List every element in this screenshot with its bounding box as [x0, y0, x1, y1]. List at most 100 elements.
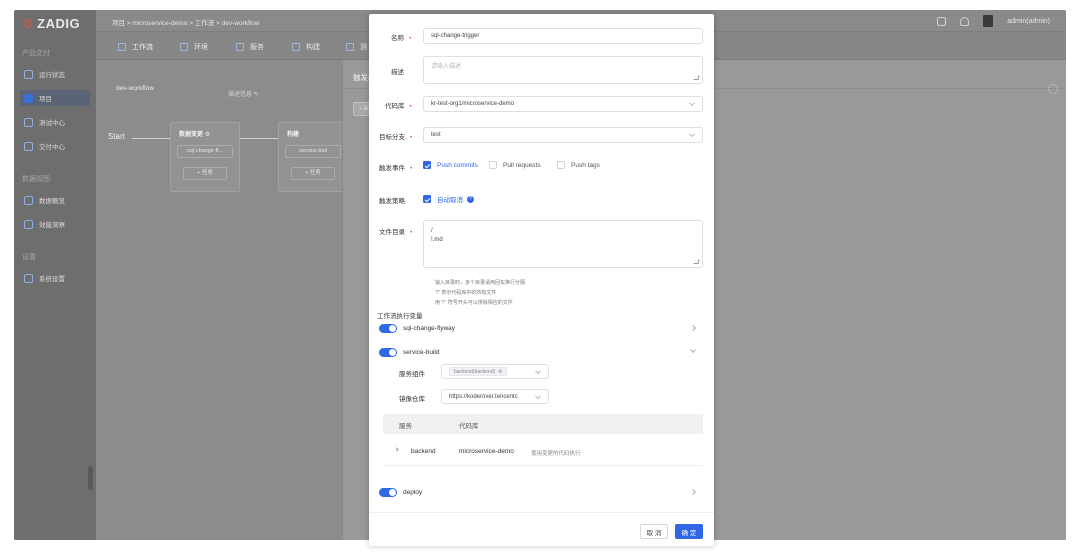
add-job-button[interactable]: + 任务	[291, 167, 335, 180]
workflow-start: Start	[108, 132, 125, 141]
tab-label: 工作流	[132, 44, 153, 51]
user-name[interactable]: admin(admin)	[1007, 18, 1050, 25]
add-job-button[interactable]: + 任务	[183, 167, 227, 180]
job-name: sql-change-flyway	[403, 324, 456, 332]
strategy-auto-cancel[interactable]: 自动取消?	[423, 194, 474, 204]
job-row-deploy[interactable]: deploy	[379, 484, 701, 500]
chevron-right-icon[interactable]	[690, 489, 696, 495]
job-row-service-build[interactable]: service-build	[379, 344, 701, 360]
sidebar-item-project[interactable]: 项目	[20, 90, 90, 106]
chevron-right-icon[interactable]	[394, 447, 399, 452]
label-text: 目标分支	[379, 134, 405, 141]
gear-icon[interactable]: ⚙	[205, 132, 210, 138]
job-toggle[interactable]	[379, 323, 397, 333]
branch-select[interactable]: test	[423, 127, 703, 143]
select-value: test	[431, 132, 441, 138]
checkbox-label: Pull requests	[503, 161, 541, 169]
sidebar-item-status[interactable]: 运行状态	[20, 66, 90, 82]
required-mark: •	[410, 134, 413, 141]
required-mark: •	[410, 165, 413, 172]
service-tag[interactable]: backend(backend) ⊗	[449, 367, 508, 376]
sidebar: ⚙ ZADIG 产品交付 运行状态 项目 测试中心 交付中心 数据视图 数据概览 …	[14, 10, 96, 540]
chevron-down-icon	[689, 100, 695, 107]
confirm-button[interactable]: 确 定	[675, 524, 703, 539]
checkbox-label: Push commits	[437, 161, 478, 169]
sidebar-scroll-handle[interactable]	[88, 466, 93, 490]
sidebar-item-system-settings[interactable]: 系统设置	[20, 270, 90, 286]
event-pull-requests[interactable]: Pull requests	[489, 161, 541, 169]
row-repo: microservice-demo	[459, 448, 514, 455]
job-row-sql-change-flyway[interactable]: sql-change-flyway	[379, 320, 701, 336]
sidebar-section-delivery: 产品交付	[22, 50, 50, 57]
registry-label: 镜像仓库	[399, 396, 425, 403]
tab-environment[interactable]: 环境	[180, 42, 208, 52]
repo-select[interactable]: kr-test-org1/microservice-demo	[423, 96, 703, 112]
close-icon[interactable]: ⊗	[498, 369, 502, 375]
dir-hint: "/" 表示代码库中的所有文件	[435, 290, 497, 296]
test-icon	[346, 43, 354, 51]
logo-text: ZADIG	[37, 16, 81, 31]
table-row[interactable]: backend microservice-demo 使用变更的代码执行	[383, 438, 703, 466]
resize-handle[interactable]	[693, 259, 700, 264]
desc-textarea[interactable]: 请输入描述	[423, 56, 703, 84]
help-icon[interactable]: ?	[467, 195, 474, 203]
event-push-tags[interactable]: Push tags	[557, 161, 600, 169]
job-name: service-build	[403, 348, 440, 356]
sidebar-item-label: 测试中心	[39, 120, 65, 127]
stage-build[interactable]: 构建 service-buil + 任务	[278, 122, 348, 192]
dir-textarea[interactable]: / !.md	[423, 220, 703, 268]
chevron-down-icon[interactable]	[690, 347, 696, 353]
avatar[interactable]	[983, 15, 994, 27]
label-text: 触发事件	[379, 165, 405, 172]
required-mark: •	[409, 103, 412, 110]
stage-job[interactable]: sql-change-fl...	[177, 145, 233, 158]
row-note: 使用变更的代码执行	[531, 451, 581, 457]
tab-test[interactable]: 测	[346, 42, 367, 52]
workflow-desc-hint[interactable]: 描述信息 ✎	[228, 89, 259, 98]
service-table-header: 服务 代码库	[383, 414, 703, 434]
name-input[interactable]: sql-change-trigger	[423, 28, 703, 44]
bell-icon[interactable]	[960, 16, 970, 26]
branch-label: 目标分支 •	[379, 131, 412, 141]
chevron-down-icon	[689, 131, 695, 138]
tab-workflow[interactable]: 工作流	[118, 42, 153, 52]
sidebar-item-delivery[interactable]: 交付中心	[20, 138, 90, 154]
column-header: 服务	[399, 423, 412, 430]
sidebar-item-label: 交付中心	[39, 144, 65, 151]
chevron-right-icon[interactable]	[690, 325, 696, 331]
doc-icon[interactable]	[937, 16, 947, 26]
connector-line	[240, 138, 278, 139]
column-header: 代码库	[459, 423, 479, 430]
resize-handle[interactable]	[693, 75, 700, 80]
sidebar-item-insight[interactable]: 效能洞察	[20, 216, 90, 232]
tab-build[interactable]: 构建	[292, 42, 320, 52]
breadcrumb[interactable]: 项目 > microservice-demo > 工作流 > dev-workf…	[112, 17, 260, 27]
sidebar-item-test[interactable]: 测试中心	[20, 114, 90, 130]
registry-select[interactable]: https://koderover.tencentc	[441, 389, 549, 404]
input-value: sql-change-trigger	[431, 33, 480, 39]
edit-icon[interactable]: ✎	[254, 92, 259, 98]
job-toggle[interactable]	[379, 347, 397, 357]
checkbox-icon	[489, 161, 497, 169]
service-icon	[236, 43, 244, 51]
stage-title: 数据变更 ⚙	[179, 129, 210, 138]
dir-hint: 输入目录时，多个目录请用回车换行分隔	[435, 280, 526, 286]
service-multiselect[interactable]: backend(backend) ⊗	[441, 364, 549, 379]
tab-service[interactable]: 服务	[236, 42, 264, 52]
stage-data-change[interactable]: 数据变更 ⚙ sql-change-fl... + 任务	[170, 122, 240, 192]
required-mark: •	[410, 229, 413, 236]
test-icon	[24, 117, 33, 127]
cancel-button[interactable]: 取 消	[640, 524, 668, 539]
zadig-logo[interactable]: ⚙ ZADIG	[22, 16, 80, 32]
settings-icon[interactable]	[1048, 84, 1058, 94]
sidebar-item-label: 系统设置	[39, 276, 65, 283]
checkbox-label: Push tags	[571, 161, 600, 169]
sidebar-item-overview[interactable]: 数据概览	[20, 192, 90, 208]
event-push-commits[interactable]: Push commits	[423, 161, 478, 169]
connector-line	[132, 138, 170, 139]
checkbox-icon	[423, 161, 431, 169]
label-text: 代码库	[385, 103, 405, 110]
stage-job[interactable]: service-buil	[285, 145, 341, 158]
select-value: https://koderover.tencentc	[449, 393, 518, 400]
job-toggle[interactable]	[379, 487, 397, 497]
